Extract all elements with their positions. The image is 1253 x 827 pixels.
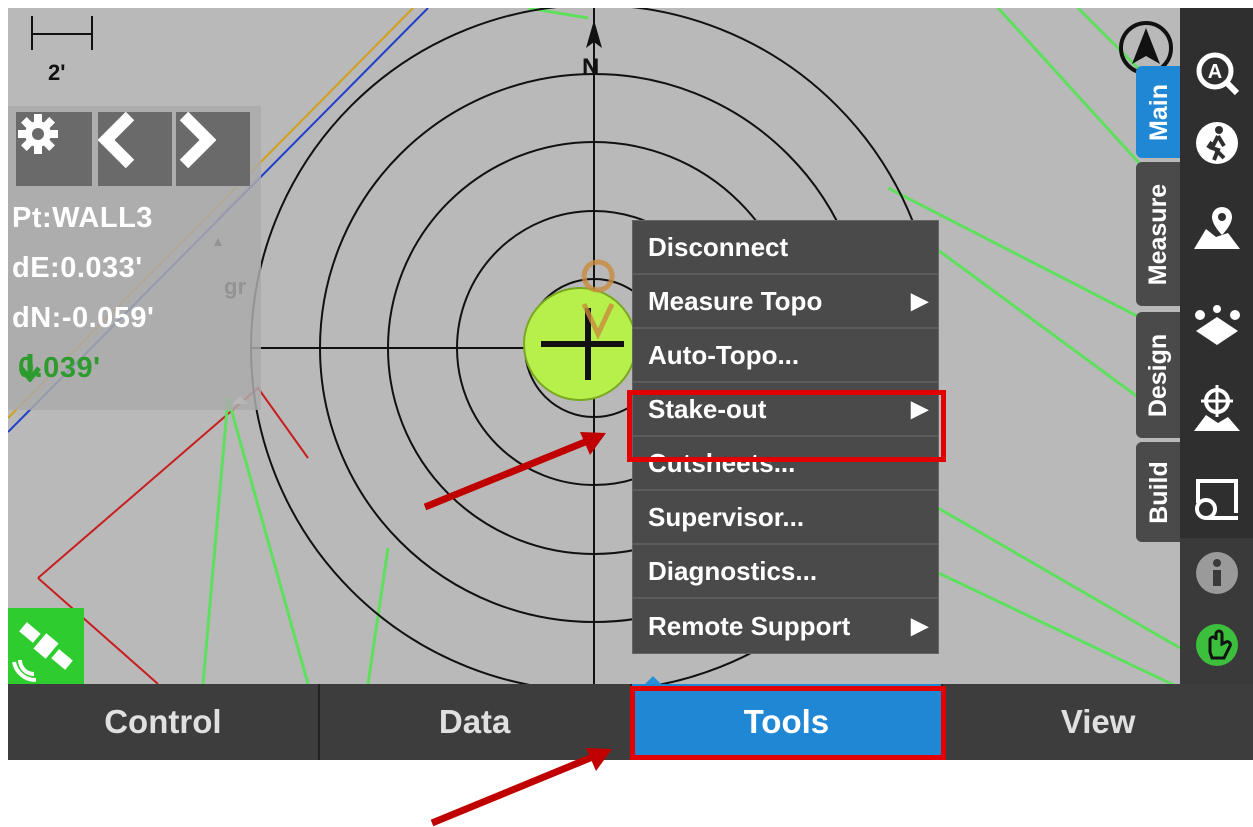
satellite-icon — [12, 622, 73, 683]
menu-item-disconnect[interactable]: Disconnect — [633, 221, 938, 275]
menu-item-measure-topo[interactable]: Measure Topo ▶ — [633, 275, 938, 329]
cut-fill-row: 0.039' — [18, 352, 100, 385]
annotation-arrow-tools — [430, 752, 597, 827]
arrow-down-icon — [19, 354, 41, 382]
info-button[interactable] — [1192, 548, 1242, 598]
submenu-arrow-icon: ▶ — [911, 288, 928, 313]
menu-item-supervisor[interactable]: Supervisor... — [633, 491, 938, 545]
info-icon — [1196, 552, 1238, 594]
delta-north: dN:-0.059' — [12, 302, 155, 334]
map-pin-button[interactable] — [1192, 203, 1242, 253]
point-name: Pt:WALL3 — [12, 202, 153, 234]
menu-item-remote-support[interactable]: Remote Support ▶ — [633, 599, 938, 653]
walk-mode-button[interactable] — [1192, 118, 1242, 168]
stakeout-map-button[interactable] — [1192, 383, 1242, 433]
menu-item-label: Diagnostics... — [648, 555, 818, 586]
menu-item-label: Disconnect — [648, 231, 789, 262]
tab-control[interactable]: Control — [8, 684, 320, 760]
svg-text:A: A — [1208, 61, 1222, 83]
north-label: N — [582, 54, 600, 81]
stake-out-highlight — [627, 390, 946, 462]
tab-label: Data — [438, 703, 511, 740]
side-tab-label: Main — [1144, 83, 1173, 141]
map-view[interactable]: 2' N gr — [8, 8, 1180, 684]
tab-view[interactable]: View — [943, 684, 1253, 760]
side-tab-label: Measure — [1144, 183, 1173, 285]
tools-tab-highlight — [630, 686, 946, 760]
walk-icon — [1196, 122, 1238, 164]
tab-label: View — [1060, 703, 1136, 740]
gear-icon — [18, 114, 58, 154]
menu-item-label: Measure Topo — [648, 285, 823, 316]
submenu-arrow-icon: ▶ — [911, 613, 928, 638]
chevron-right-icon — [179, 112, 216, 168]
roll-plan-button[interactable] — [1192, 473, 1242, 523]
gnss-status-button[interactable] — [8, 608, 84, 684]
points-button[interactable] — [1192, 303, 1242, 353]
app-screen: 2' N gr — [8, 8, 1253, 760]
settings-button[interactable] — [16, 112, 92, 186]
right-toolbar: A — [1180, 8, 1253, 684]
menu-item-label: Auto-Topo... — [648, 339, 800, 370]
menu-item-label: Remote Support — [648, 610, 851, 641]
auto-zoom-button[interactable]: A — [1192, 48, 1242, 98]
side-tab-measure[interactable]: Measure — [1136, 162, 1182, 306]
touch-mode-button[interactable] — [1192, 620, 1242, 670]
map-pin-icon — [1194, 207, 1240, 249]
menu-item-diagnostics[interactable]: Diagnostics... — [633, 545, 938, 599]
menu-item-label: Supervisor... — [648, 501, 805, 532]
side-tab-main[interactable]: Main — [1136, 66, 1182, 158]
scale-label: 2' — [48, 60, 66, 85]
roll-plan-icon — [1195, 479, 1238, 520]
target-map-icon — [1194, 385, 1240, 431]
points-icon — [1195, 305, 1240, 345]
chevron-left-icon — [98, 112, 135, 168]
previous-point-button[interactable] — [98, 112, 172, 186]
point-info-panel: Pt:WALL3 dE:0.033' dN:-0.059' 0.039' — [8, 106, 261, 410]
side-tab-design[interactable]: Design — [1136, 312, 1182, 438]
hand-icon — [1196, 624, 1238, 666]
side-tab-build[interactable]: Build — [1136, 442, 1182, 542]
delta-east: dE:0.033' — [12, 252, 143, 284]
tab-data[interactable]: Data — [320, 684, 632, 760]
auto-zoom-icon: A — [1196, 52, 1240, 96]
tab-label: Control — [104, 703, 222, 740]
next-point-button[interactable] — [176, 112, 250, 186]
menu-item-auto-topo[interactable]: Auto-Topo... — [633, 329, 938, 383]
side-tab-label: Build — [1144, 460, 1173, 524]
side-tab-label: Design — [1144, 333, 1173, 417]
